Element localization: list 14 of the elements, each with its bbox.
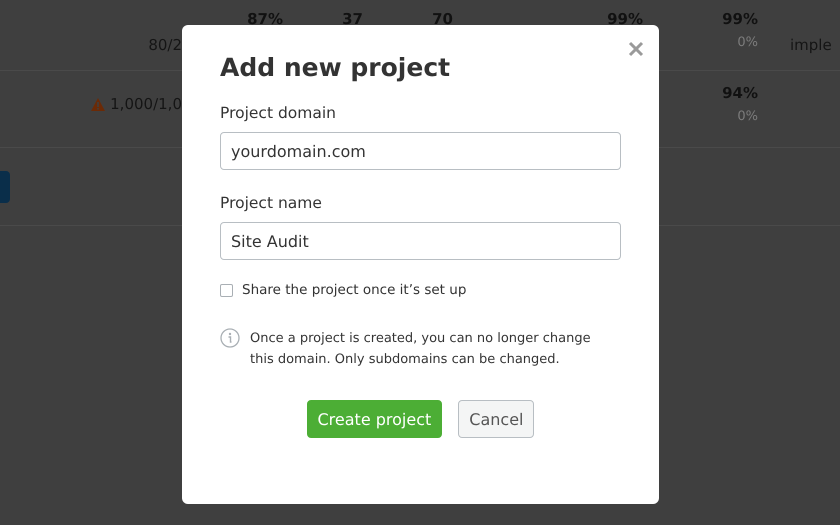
table-cell: 0% — [737, 35, 758, 50]
cancel-button[interactable]: Cancel — [458, 400, 534, 438]
close-icon[interactable] — [628, 41, 644, 57]
input-field[interactable]: Site Audit — [220, 222, 621, 260]
info-icon — [220, 328, 240, 348]
info-note: Once a project is created, you can no longer change this domain. Only subdomains can be changed. — [250, 330, 592, 369]
field-label: Project name — [220, 194, 322, 212]
table-cell: 0% — [737, 109, 758, 124]
field-label: Project domain — [220, 104, 336, 122]
partial-button[interactable] — [0, 170, 10, 202]
checkbox-label: Share the project once it’s set up — [242, 282, 466, 298]
input-field[interactable]: yourdomain.com — [220, 132, 621, 170]
checkbox[interactable] — [220, 284, 233, 296]
dialog-title: Add new project — [220, 53, 450, 82]
